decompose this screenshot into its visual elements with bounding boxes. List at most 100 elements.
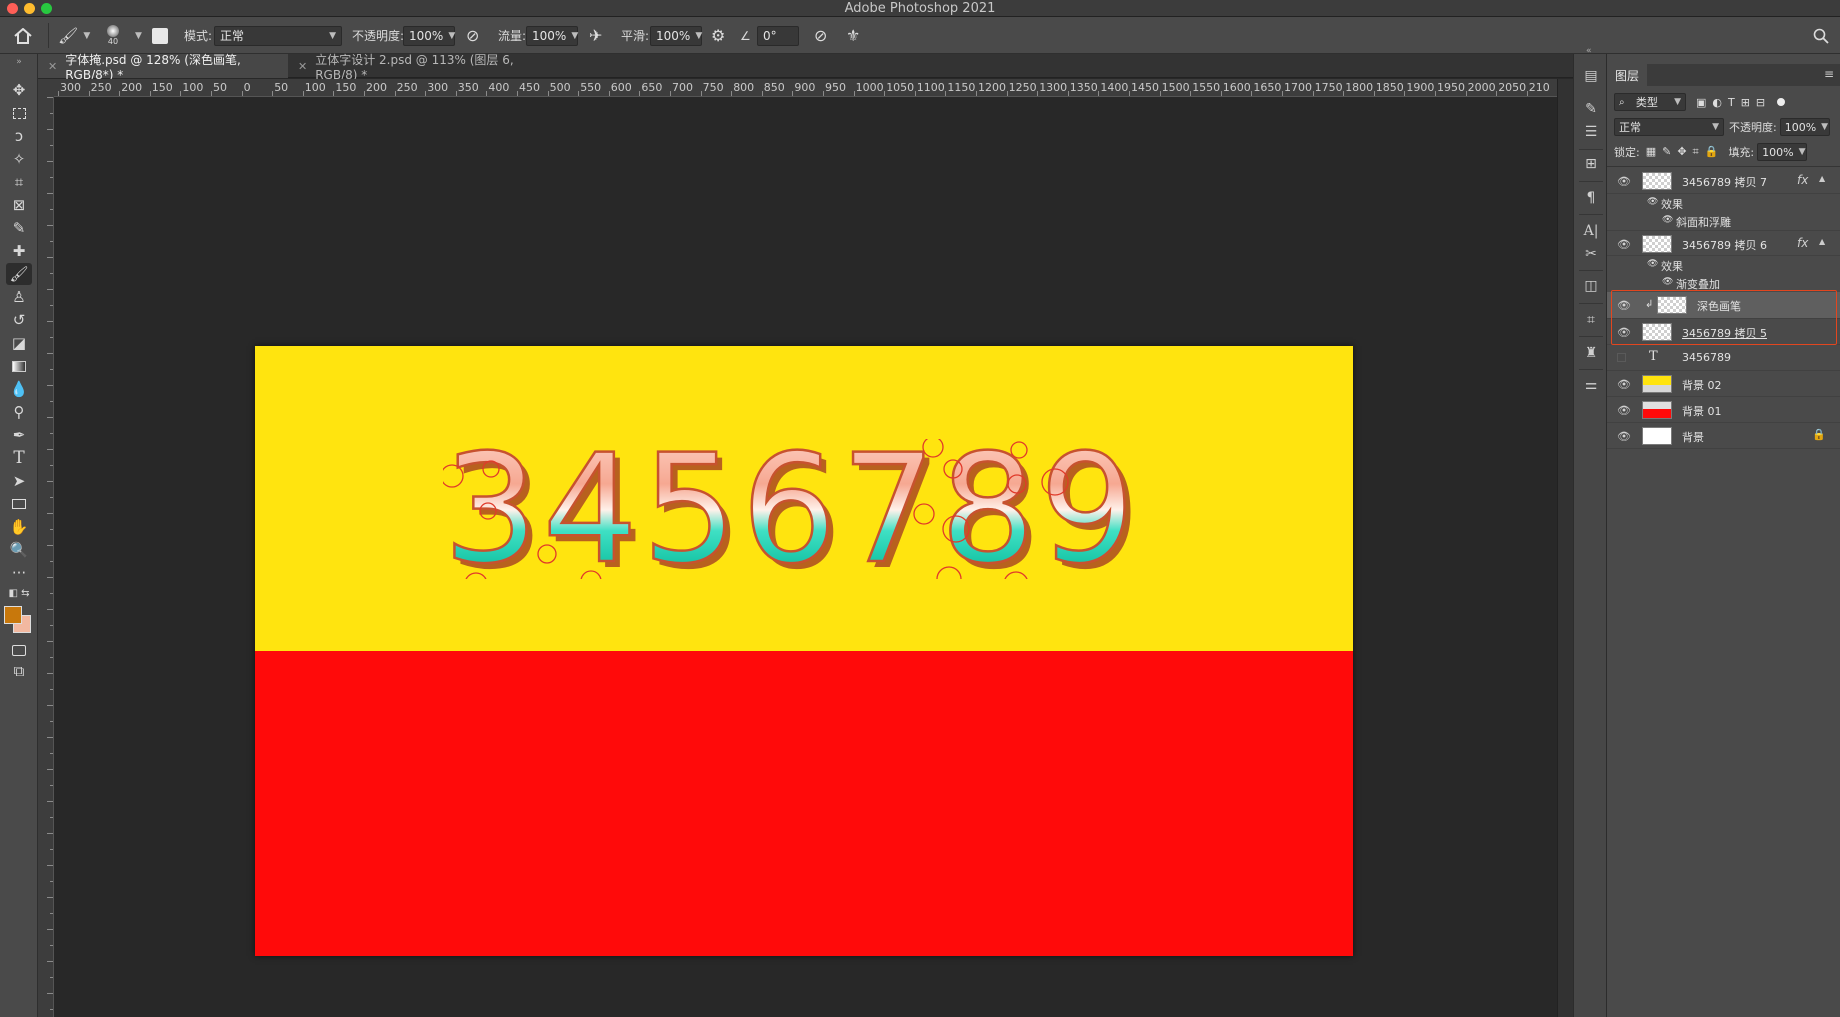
visibility-eye-icon[interactable]: 👁 [1617, 238, 1631, 251]
blend-mode-select[interactable]: 正常 ▼ [1614, 118, 1724, 136]
crop-panel-button[interactable]: ⌗ [1581, 310, 1601, 330]
layer-filter-icons[interactable]: ▣◐T⊞⊟ [1696, 96, 1771, 109]
quick-selection-tool[interactable]: ✧ [6, 148, 32, 170]
angle-field[interactable]: 0° [757, 25, 799, 46]
collapse-effects-icon[interactable]: ▲ [1819, 237, 1825, 246]
blur-tool[interactable]: 💧 [6, 378, 32, 400]
history-panel-button[interactable]: ▤ [1581, 66, 1601, 86]
search-button[interactable] [1813, 17, 1829, 54]
flow-field[interactable]: 100% ▼ [526, 25, 578, 46]
layer-effects-group[interactable]: 👁 效果 [1607, 256, 1840, 274]
swap-colors-button[interactable]: ◧ ⇆ [6, 585, 32, 601]
visibility-eye-icon[interactable]: 👁 [1617, 378, 1631, 391]
tool-preset-picker[interactable]: 🖌 ▼ [58, 17, 90, 54]
ruler-origin[interactable] [38, 79, 54, 97]
collapse-dock-icon[interactable]: « [1586, 46, 1592, 56]
layer-row[interactable]: 👁 背景 🔒 [1607, 423, 1840, 449]
properties-panel-button[interactable]: ◫ [1581, 276, 1601, 296]
chevron-down-icon[interactable]: ▼ [135, 31, 142, 41]
move-tool[interactable]: ✥ [6, 79, 32, 101]
close-icon[interactable]: ✕ [48, 60, 57, 73]
layer-opacity-field[interactable]: 100% ▼ [1779, 118, 1830, 136]
lock-options-icons[interactable]: ▦✎✥⌗🔒 [1646, 145, 1725, 159]
quick-mask-button[interactable] [6, 639, 32, 661]
home-button[interactable] [14, 17, 32, 54]
layer-effects-group[interactable]: 👁 效果 [1607, 194, 1840, 212]
visibility-eye-icon[interactable]: 👁 [1617, 404, 1631, 417]
layer-row[interactable]: T 3456789 [1607, 345, 1840, 371]
visibility-eye-icon[interactable]: 👁 [1647, 259, 1658, 269]
crop-tool[interactable]: ⌗ [6, 171, 32, 193]
adjust-panel-button[interactable]: ⚌ [1581, 375, 1601, 395]
lasso-tool[interactable]: ↄ [6, 125, 32, 147]
healing-brush-tool[interactable]: ✚ [6, 240, 32, 262]
actions-panel-button[interactable]: ♜ [1581, 343, 1601, 363]
visibility-eye-icon[interactable]: 👁 [1662, 215, 1673, 225]
visibility-eye-icon[interactable]: 👁 [1617, 430, 1631, 443]
brush-tool[interactable]: 🖌 [6, 263, 32, 285]
path-selection-tool[interactable]: ➤ [6, 470, 32, 492]
eyedropper-tool[interactable]: ✎ [6, 217, 32, 239]
opacity-field[interactable]: 100% ▼ [403, 25, 455, 46]
smoothing-options-button[interactable]: ⚙ [711, 17, 725, 54]
screen-mode-button[interactable]: ⧉ [6, 660, 32, 682]
pressure-opacity-button[interactable]: ⊘ [466, 17, 479, 54]
document-canvas[interactable]: 3456789 3456789 [255, 346, 1353, 956]
brush-settings-toggle[interactable] [152, 17, 168, 54]
document-tab[interactable]: ✕ 立体字设计 2.psd @ 113% (图层 6, RGB/8) * [288, 53, 558, 82]
type-tool[interactable]: T [6, 447, 32, 469]
edit-toolbar-button[interactable]: ··· [6, 562, 32, 584]
vertical-ruler[interactable] [38, 97, 54, 1017]
fill-field[interactable]: 100% ▼ [1757, 143, 1808, 161]
visibility-eye-icon[interactable]: 👁 [1617, 175, 1631, 188]
brush-size-picker[interactable]: 40 [107, 17, 119, 54]
canvas-area[interactable]: 3456789 3456789 [54, 97, 1557, 1017]
marquee-tool[interactable] [6, 102, 32, 124]
symmetry-button[interactable]: ⚜ [846, 17, 860, 54]
brush-settings-panel-button[interactable]: ✎ [1581, 99, 1601, 119]
pen-tool[interactable]: ✒ [6, 424, 32, 446]
visibility-eye-icon[interactable]: 👁 [1662, 277, 1673, 287]
canvas-vertical-scrollbar[interactable] [1557, 79, 1573, 1017]
pressure-size-button[interactable]: ⊘ [814, 17, 827, 54]
smoothing-field[interactable]: 100% ▼ [650, 25, 702, 46]
dodge-tool[interactable]: ⚲ [6, 401, 32, 423]
close-icon[interactable]: ✕ [298, 60, 307, 73]
layer-row-selected[interactable]: 👁 ↲ 深色画笔 [1607, 292, 1840, 319]
rectangle-tool[interactable] [6, 493, 32, 515]
layer-row[interactable]: 👁 背景 02 [1607, 371, 1840, 397]
frame-tool[interactable]: ⊠ [6, 194, 32, 216]
layer-row[interactable]: 👁 背景 01 [1607, 397, 1840, 423]
visibility-eye-icon[interactable]: 👁 [1617, 326, 1631, 339]
libraries-panel-button[interactable]: ⊞ [1581, 154, 1601, 174]
gradient-tool[interactable] [6, 355, 32, 377]
filter-toggle-icon[interactable] [1777, 98, 1786, 106]
foreground-color-swatch[interactable] [4, 606, 22, 624]
layer-filter-select[interactable]: ⌕ 类型 ▼ [1614, 93, 1686, 111]
layer-row[interactable]: 👁 3456789 拷贝 7 fx ▲ [1607, 168, 1840, 194]
fx-badge-icon[interactable]: fx [1797, 173, 1808, 187]
paragraph-panel-button[interactable]: ¶ [1581, 188, 1601, 208]
visibility-eye-icon[interactable]: 👁 [1617, 299, 1631, 312]
panel-menu-icon[interactable]: ≡ [1824, 67, 1834, 81]
layer-row[interactable]: 👁 3456789 拷贝 5 [1607, 319, 1840, 345]
collapse-toolbar-icon[interactable]: » [6, 57, 32, 67]
zoom-tool[interactable]: 🔍 [6, 539, 32, 561]
airbrush-button[interactable]: ✈ [589, 17, 602, 54]
layer-row[interactable]: 👁 3456789 拷贝 6 fx ▲ [1607, 230, 1840, 256]
layer-effect-item[interactable]: 👁 渐变叠加 [1607, 274, 1840, 292]
mode-select[interactable]: 正常 ▼ [214, 25, 342, 46]
horizontal-ruler[interactable]: 300 250 200 150 100 50 0 50 100 150 200 250 300 350 40… [54, 79, 1557, 97]
visibility-toggle-off[interactable] [1617, 353, 1626, 362]
hand-tool[interactable]: ✋ [6, 516, 32, 538]
character-panel-button[interactable]: A| [1581, 221, 1601, 241]
eraser-tool[interactable]: ◪ [6, 332, 32, 354]
document-tab-active[interactable]: ✕ 字体掩.psd @ 128% (深色画笔, RGB/8*) * [38, 53, 288, 82]
visibility-eye-icon[interactable]: 👁 [1647, 197, 1658, 207]
adjustments-panel-button[interactable]: ☰ [1581, 122, 1601, 142]
fx-badge-icon[interactable]: fx [1797, 236, 1808, 250]
collapse-effects-icon[interactable]: ▲ [1819, 174, 1825, 183]
history-brush-tool[interactable]: ↺ [6, 309, 32, 331]
tab-layers[interactable]: 图层 [1607, 64, 1647, 86]
clone-stamp-tool[interactable]: ♙ [6, 286, 32, 308]
